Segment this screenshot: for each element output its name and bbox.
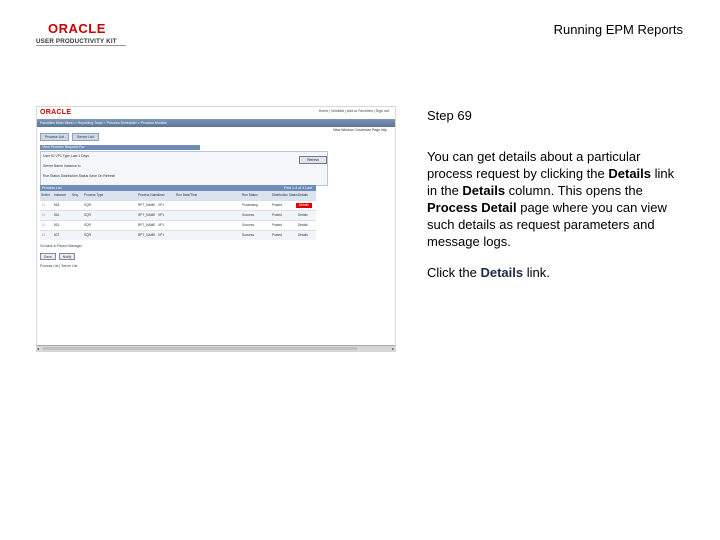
application-screenshot: ORACLE Home | Worklist | Add to Favorite… [36, 106, 396, 352]
row-process-name[interactable]: RPT_NAME [138, 201, 155, 210]
col-distribution-status: Distribution Status [272, 193, 298, 197]
logo-divider [36, 45, 126, 46]
row-process-type: SQR [84, 213, 91, 217]
filter-panel: User ID VP1 Type Last 1 Days Server Name… [40, 151, 328, 186]
notify-button[interactable]: Notify [58, 253, 76, 260]
upk-logo: ORACLE USER PRODUCTIVITY KIT [36, 22, 126, 45]
table-row: ☐ 807 SQR RPT_NAME VP1 Success Posted De… [40, 230, 316, 240]
col-user: User [158, 193, 165, 197]
desc-bold: Details [608, 166, 652, 181]
step-number: Step 69 [427, 108, 472, 123]
col-instance: Instance [54, 193, 67, 197]
row-user: VP1 [158, 203, 165, 207]
row-run-status: Success [242, 233, 255, 237]
desc-bold: Process Detail [427, 200, 517, 215]
row-checkbox[interactable]: ☐ [42, 211, 45, 220]
details-link[interactable]: Details [296, 203, 312, 208]
app-nav-bar: Favorites Main Menu > Reporting Tools > … [37, 119, 395, 127]
app-nav-items[interactable]: Favorites Main Menu > Reporting Tools > … [40, 121, 167, 126]
page-links[interactable]: New Window Customize Page http [333, 128, 387, 132]
row-user: VP1 [158, 213, 165, 217]
report-manager-link[interactable]: Go back to Report Manager [40, 244, 82, 248]
scroll-left-icon[interactable]: ◂ [37, 346, 39, 351]
row-process-type: SQR [84, 203, 91, 207]
save-button[interactable]: Save [40, 253, 56, 260]
row-checkbox[interactable]: ☐ [42, 231, 45, 240]
app-header: ORACLE Home | Worklist | Add to Favorite… [37, 107, 395, 119]
filter-title: View Process Request For [42, 145, 85, 149]
col-details: Details [298, 193, 308, 197]
tab-process-list[interactable]: Process List [40, 133, 70, 141]
grid-title: Process List [42, 186, 62, 190]
row-user: VP1 [158, 223, 165, 227]
row-distribution-status: Posted [272, 213, 282, 217]
details-link[interactable]: Details [298, 231, 308, 240]
row-checkbox[interactable]: ☐ [42, 221, 45, 230]
scroll-right-icon[interactable]: ▸ [392, 346, 394, 351]
row-instance: 818 [54, 203, 60, 207]
details-link[interactable]: Details [298, 221, 308, 230]
action-text: Click the [427, 265, 481, 280]
row-distribution-status: Posted [272, 223, 282, 227]
bottom-buttons: Save Notify [40, 253, 77, 260]
logo-subtitle: USER PRODUCTIVITY KIT [36, 38, 117, 45]
row-process-name[interactable]: RPT_NAME [138, 231, 155, 240]
filter-row[interactable]: Run Status Distribution Status Save On R… [43, 174, 115, 179]
row-instance: 815 [54, 223, 60, 227]
desc-text: column. This opens the [505, 183, 643, 198]
refresh-button[interactable]: Refresh [299, 156, 327, 164]
col-run-status: Run Status [242, 193, 258, 197]
row-user: VP1 [158, 233, 165, 237]
row-process-type: SQR [84, 223, 91, 227]
row-details-link-highlighted[interactable]: Details [296, 201, 312, 210]
table-row: ☐ 818 SQR RPT_NAME VP1 Processing Posted… [40, 200, 316, 210]
filter-row[interactable]: User ID VP1 Type Last 1 Days [43, 154, 89, 159]
process-list-grid: Process List First 1-4 of 4 Last Select … [40, 185, 316, 240]
row-instance: 816 [54, 213, 60, 217]
col-process-name: Process Name [138, 193, 159, 197]
app-top-links[interactable]: Home | Worklist | Add to Favorites | Sig… [319, 109, 389, 114]
details-link[interactable]: Details [298, 211, 308, 220]
row-process-name[interactable]: RPT_NAME [138, 211, 155, 220]
row-checkbox[interactable]: ☐ [42, 201, 45, 210]
step-description: You can get details about a particular p… [427, 148, 685, 250]
col-process-type: Process Type [84, 193, 104, 197]
row-run-status: Processing [242, 203, 258, 207]
action-text: link. [523, 265, 550, 280]
row-process-type: SQR [84, 233, 91, 237]
table-row: ☐ 816 SQR RPT_NAME VP1 Success Posted De… [40, 210, 316, 220]
col-select: Select [41, 193, 50, 197]
scroll-thumb[interactable] [43, 347, 357, 350]
row-run-status: Success [242, 223, 255, 227]
step-action: Click the Details link. [427, 265, 550, 280]
page-title: Running EPM Reports [553, 22, 683, 37]
row-process-name[interactable]: RPT_NAME [138, 221, 155, 230]
desc-bold: Details [462, 183, 506, 198]
grid-header: Select Instance Seq. Process Type Proces… [40, 191, 316, 200]
bottom-links[interactable]: Process List | Server List [40, 264, 77, 268]
col-seq: Seq. [72, 193, 79, 197]
row-run-status: Success [242, 213, 255, 217]
col-run-date: Run Date/Time [176, 193, 198, 197]
filter-row[interactable]: Server Name Instance to [43, 164, 81, 169]
row-distribution-status: Posted [272, 233, 282, 237]
app-logo: ORACLE [40, 109, 72, 116]
row-distribution-status: Posted [272, 203, 282, 207]
table-row: ☐ 815 SQR RPT_NAME VP1 Success Posted De… [40, 220, 316, 230]
filter-title-bar: View Process Request For [40, 145, 200, 150]
row-instance: 807 [54, 233, 60, 237]
page-tabs: Process List Server List [40, 133, 101, 141]
action-bold: Details [480, 265, 524, 280]
logo-brand: ORACLE [48, 21, 106, 36]
tab-server-list[interactable]: Server List [72, 133, 99, 141]
horizontal-scrollbar[interactable]: ◂ ▸ [37, 345, 395, 351]
